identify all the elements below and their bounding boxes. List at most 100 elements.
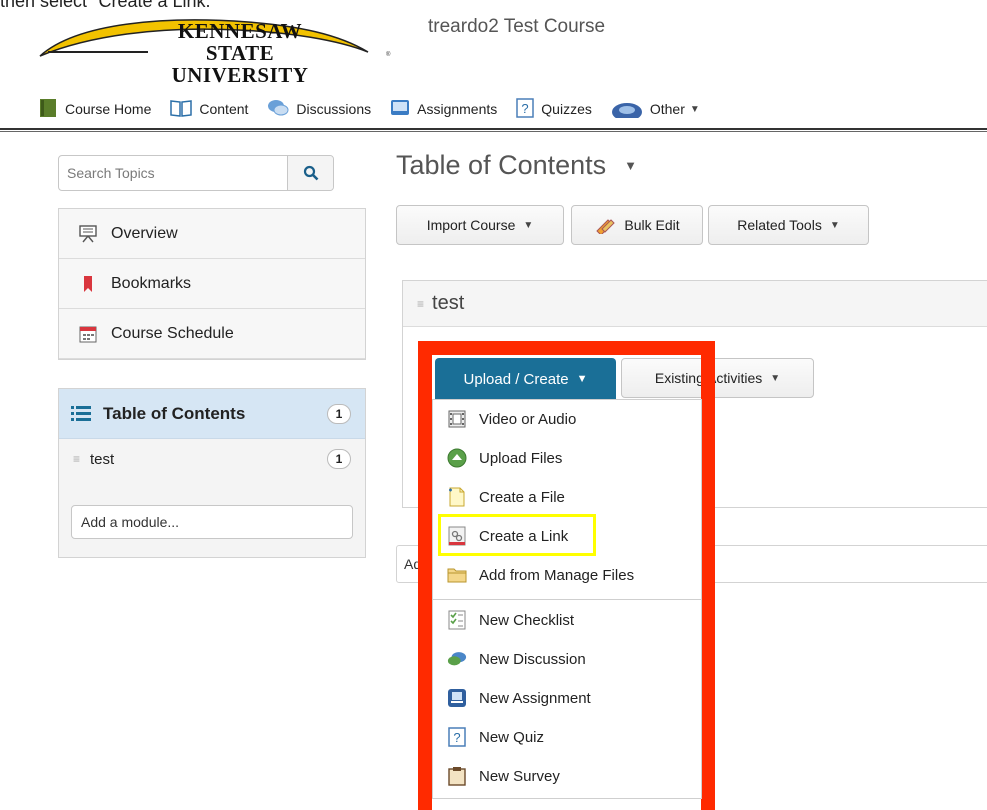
nav-quizzes[interactable]: ? Quizzes — [516, 97, 592, 121]
sidebar-item-course-schedule[interactable]: Course Schedule — [59, 309, 365, 359]
upload-create-menu: Video or Audio Upload Files Create a Fil… — [432, 399, 702, 799]
sidebar-nav: Overview Bookmarks Course Schedule — [58, 208, 366, 360]
menu-item-label: Add from Manage Files — [479, 566, 635, 584]
menu-item-video-or-audio[interactable]: Video or Audio — [433, 400, 701, 438]
logo-line-2: STATE UNIVERSITY — [171, 41, 309, 87]
toc-label: Table of Contents — [103, 403, 246, 423]
nav-label: Course Home — [65, 101, 152, 117]
button-label: Upload / Create — [463, 370, 569, 388]
menu-separator — [433, 599, 701, 600]
checklist-icon — [447, 610, 467, 630]
presentation-icon — [79, 224, 97, 243]
registered-mark: ® — [386, 52, 391, 58]
chevron-down-icon: ▼ — [689, 103, 700, 115]
search-input[interactable] — [59, 156, 289, 190]
page-title[interactable]: Table of Contents ▼ — [396, 150, 637, 181]
pencil-icon — [594, 216, 616, 234]
search-button[interactable] — [287, 156, 333, 190]
related-tools-button[interactable]: Related Tools ▼ — [708, 205, 869, 245]
drag-handle-icon[interactable]: ≡ — [417, 297, 424, 311]
chevron-down-icon: ▼ — [829, 219, 840, 231]
film-icon — [447, 409, 467, 429]
upload-icon — [447, 448, 467, 468]
sidebar-module-test[interactable]: ≡ test 1 — [59, 439, 365, 479]
globe-icon — [611, 98, 643, 121]
new-file-icon — [447, 487, 467, 507]
sidebar-item-bookmarks[interactable]: Bookmarks — [59, 259, 365, 309]
nav-content[interactable]: Content — [170, 99, 248, 120]
sidebar-item-overview[interactable]: Overview — [59, 209, 365, 259]
svg-text:?: ? — [453, 730, 460, 745]
menu-item-upload-files[interactable]: Upload Files — [433, 439, 701, 477]
page-title-text: Table of Contents — [396, 150, 607, 180]
menu-item-label: Upload Files — [479, 449, 563, 467]
drag-handle-icon[interactable]: ≡ — [73, 452, 80, 466]
import-course-button[interactable]: Import Course ▼ — [396, 205, 564, 245]
logo-wordmark: KENNESAW STATE UNIVERSITY — [140, 20, 340, 86]
bulk-edit-button[interactable]: Bulk Edit — [571, 205, 703, 245]
clipboard-icon — [447, 766, 467, 786]
add-module-input[interactable]: Add a module... — [71, 505, 353, 539]
toc-count-badge: 1 — [327, 403, 351, 424]
menu-item-label: New Checklist — [479, 611, 575, 629]
sidebar-item-label: Overview — [111, 224, 178, 242]
toc-panel: Table of Contents 1 ≡ test 1 Add a modul… — [58, 388, 366, 558]
upload-create-button[interactable]: Upload / Create ▼ — [435, 358, 616, 400]
nav-label: Other — [649, 101, 685, 117]
menu-item-new-assignment[interactable]: New Assignment — [433, 679, 701, 717]
nav-label: Assignments — [417, 101, 498, 117]
menu-item-label: New Assignment — [479, 689, 591, 707]
menu-item-label: New Discussion — [479, 650, 586, 668]
book-icon — [38, 98, 58, 121]
nav-label: Discussions — [296, 101, 372, 117]
module-header[interactable]: ≡ test — [403, 281, 987, 327]
menu-item-new-checklist[interactable]: New Checklist — [433, 601, 701, 639]
nav-other[interactable]: Other ▼ — [611, 98, 700, 121]
nav-label: Content — [199, 101, 249, 117]
menu-item-new-survey[interactable]: New Survey — [433, 757, 701, 795]
menu-item-label: New Quiz — [479, 728, 545, 746]
module-label: test — [90, 450, 115, 468]
chevron-down-icon[interactable]: ▼ — [624, 158, 637, 173]
bookmark-icon — [79, 275, 97, 293]
dropbox-icon — [390, 98, 410, 121]
button-label: Related Tools — [737, 217, 822, 233]
menu-item-create-a-file[interactable]: Create a File — [433, 478, 701, 516]
nav-course-home[interactable]: Course Home — [38, 98, 151, 121]
quiz-icon: ? — [516, 97, 535, 121]
chat-bubbles-icon — [267, 98, 289, 121]
module-count-badge: 1 — [327, 449, 351, 469]
yellow-highlight-box — [438, 514, 596, 556]
nav-discussions[interactable]: Discussions — [267, 98, 371, 121]
list-icon — [71, 405, 91, 423]
logo-line-1: KENNESAW — [177, 19, 303, 43]
open-book-icon — [170, 99, 193, 120]
chevron-down-icon: ▼ — [576, 373, 588, 385]
button-label: Bulk Edit — [624, 217, 680, 233]
menu-item-new-quiz[interactable]: ? New Quiz — [433, 718, 701, 756]
calendar-icon — [79, 325, 97, 343]
button-label: Import Course — [426, 217, 516, 233]
discussion-icon — [447, 649, 467, 669]
university-logo: KENNESAW STATE UNIVERSITY ® — [30, 8, 430, 86]
search-topics-box — [58, 155, 334, 191]
menu-item-add-from-manage-files[interactable]: Add from Manage Files — [433, 556, 701, 594]
menu-item-label: New Survey — [479, 767, 560, 785]
chevron-down-icon: ▼ — [523, 219, 534, 231]
chevron-down-icon: ▼ — [770, 372, 781, 384]
module-title: test — [432, 292, 465, 314]
sidebar-item-label: Course Schedule — [111, 324, 234, 342]
assignment-icon — [447, 688, 467, 708]
course-navbar: Course Home Content Discussions Assignme… — [38, 92, 719, 126]
menu-item-label: Create a File — [479, 488, 565, 506]
sidebar-item-label: Bookmarks — [111, 274, 192, 292]
folder-icon — [447, 565, 467, 585]
sidebar-item-table-of-contents[interactable]: Table of Contents 1 — [59, 389, 365, 439]
nav-divider — [0, 128, 987, 132]
course-title[interactable]: treardo2 Test Course — [428, 16, 605, 38]
nav-assignments[interactable]: Assignments — [390, 98, 497, 121]
search-icon — [303, 165, 318, 181]
menu-item-new-discussion[interactable]: New Discussion — [433, 640, 701, 678]
quiz-icon: ? — [447, 727, 467, 747]
svg-text:?: ? — [522, 101, 529, 116]
